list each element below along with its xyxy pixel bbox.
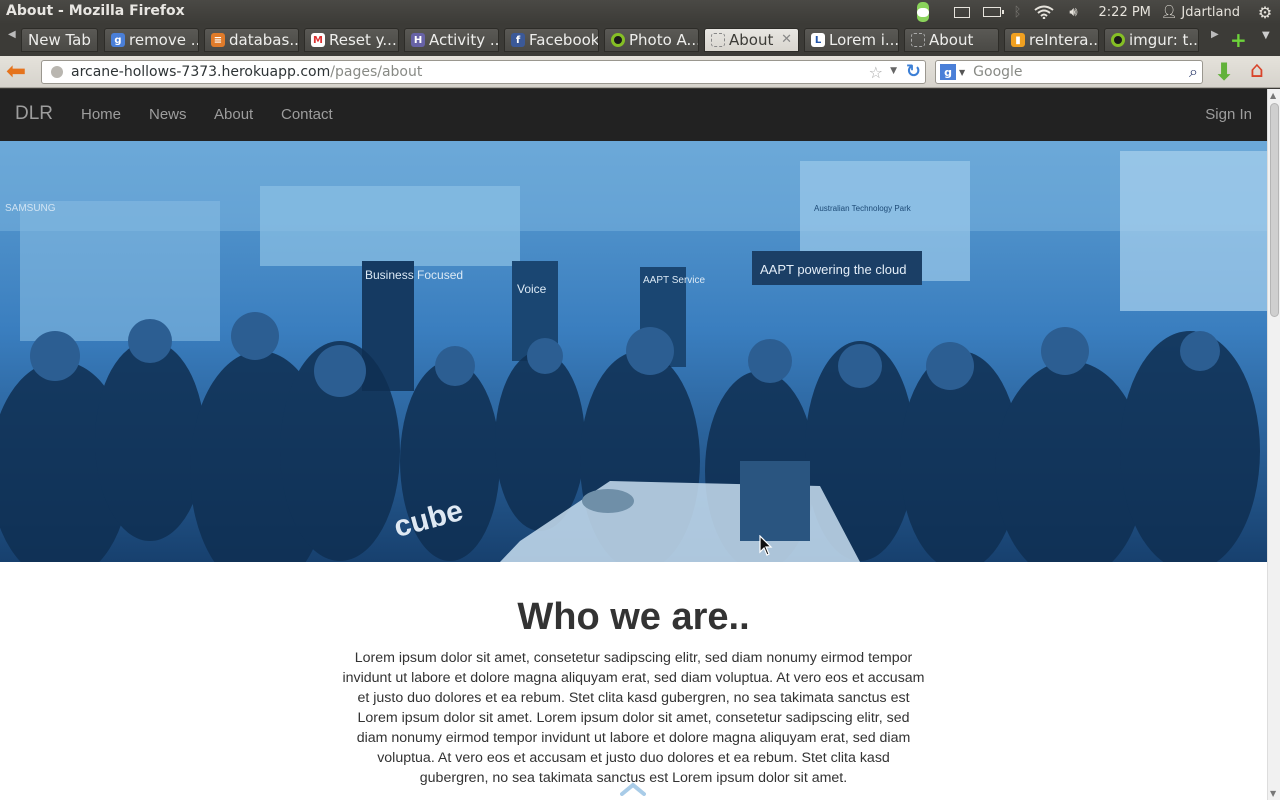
about-section: Who we are.. Lorem ipsum dolor sit amet,… bbox=[0, 562, 1267, 800]
tab-database[interactable]: ≡ databas... bbox=[204, 28, 299, 52]
about-body-text: Lorem ipsum dolor sit amet, consetetur s… bbox=[342, 650, 925, 786]
bookmark-icon: ▮ bbox=[1011, 33, 1025, 47]
imgur-icon bbox=[1111, 33, 1125, 47]
bluetooth-icon[interactable]: ᛒ bbox=[1007, 0, 1029, 24]
tab-new-tab[interactable]: New Tab bbox=[21, 28, 98, 52]
blank-page-icon bbox=[911, 33, 925, 47]
hero-sign-text: Australian Technology Park bbox=[814, 204, 912, 213]
site-identity-icon[interactable] bbox=[51, 66, 63, 78]
tab-label: remove ... bbox=[129, 31, 199, 49]
username: Jdartland bbox=[1181, 4, 1240, 20]
hero-sign-text: Voice bbox=[517, 282, 547, 296]
heroku-icon: H bbox=[411, 33, 425, 47]
os-top-panel: About - Mozilla Firefox ᛒ 🔊︎ 2:22 PM 👤︎ J… bbox=[0, 0, 1280, 24]
sign-in-link[interactable]: Sign In bbox=[1205, 106, 1252, 123]
tab-google-remove[interactable]: g remove ... bbox=[104, 28, 199, 52]
hero-sign-text: SAMSUNG bbox=[5, 203, 56, 214]
tab-label: imgur: t... bbox=[1129, 31, 1199, 49]
nav-contact[interactable]: Contact bbox=[281, 106, 333, 123]
hero-image: Business Focused Voice AAPT Service AAPT… bbox=[0, 141, 1267, 562]
close-tab-icon[interactable]: ✕ bbox=[781, 32, 792, 47]
lorem-icon: L bbox=[811, 33, 825, 47]
battery-icon[interactable] bbox=[977, 0, 1007, 24]
system-tray: ᛒ 🔊︎ 2:22 PM 👤︎ Jdartland ⚙ bbox=[916, 0, 1280, 24]
google-engine-icon[interactable]: g bbox=[940, 64, 956, 80]
new-tab-plus-icon[interactable]: + bbox=[1230, 28, 1247, 52]
mouse-pointer-icon bbox=[759, 535, 773, 556]
hero-sign-text: AAPT Service bbox=[643, 275, 705, 286]
tab-label: Reset y... bbox=[329, 31, 397, 49]
nav-news[interactable]: News bbox=[149, 106, 187, 123]
scroll-up-chevron-icon[interactable] bbox=[620, 782, 646, 796]
back-arrow-icon[interactable]: ⬅ bbox=[6, 59, 30, 84]
search-placeholder: Google bbox=[973, 64, 1023, 80]
google-icon: g bbox=[111, 33, 125, 47]
tab-scroll-left-icon[interactable]: ◀ bbox=[8, 29, 16, 40]
hero-sign-text: AAPT powering the cloud bbox=[760, 262, 906, 277]
volume-icon[interactable]: 🔊︎ bbox=[1059, 0, 1089, 24]
blank-page-icon bbox=[711, 33, 725, 47]
url-path: /pages/about bbox=[330, 64, 423, 80]
tab-label: reIntera... bbox=[1029, 31, 1099, 49]
page-viewport: DLR Home News About Contact Sign In Busi… bbox=[0, 89, 1280, 800]
tab-lorem[interactable]: L Lorem i... bbox=[804, 28, 899, 52]
page-headline: Who we are.. bbox=[517, 596, 750, 638]
tab-reset[interactable]: M Reset y... bbox=[304, 28, 399, 52]
download-arrow-icon[interactable]: ⬇ bbox=[1214, 58, 1234, 86]
tab-reinteract[interactable]: ▮ reIntera... bbox=[1004, 28, 1099, 52]
tab-about-active[interactable]: About ✕ bbox=[704, 28, 799, 52]
chat-icon bbox=[916, 2, 929, 22]
home-icon[interactable]: ⌂ bbox=[1250, 58, 1264, 83]
search-bar[interactable]: g ▼ Google ⌕ bbox=[935, 60, 1203, 84]
imgur-icon bbox=[611, 33, 625, 47]
url-bar[interactable]: arcane-hollows-7373.herokuapp.com/pages/… bbox=[41, 60, 926, 84]
tab-label: New Tab bbox=[28, 31, 91, 49]
messaging-indicator[interactable] bbox=[916, 0, 939, 24]
nav-about[interactable]: About bbox=[214, 106, 253, 123]
user-menu[interactable]: 👤︎ Jdartland bbox=[1161, 0, 1250, 24]
site-navbar: DLR Home News About Contact Sign In bbox=[0, 89, 1267, 141]
site-brand[interactable]: DLR bbox=[15, 103, 53, 125]
tab-label: About bbox=[729, 31, 774, 49]
tab-imgur[interactable]: imgur: t... bbox=[1104, 28, 1199, 52]
search-icon[interactable]: ⌕ bbox=[1189, 62, 1198, 82]
hero-sign-text: Business Focused bbox=[365, 268, 463, 282]
tab-list-chevron-down-icon[interactable]: ▼ bbox=[1262, 30, 1270, 41]
browser-toolbar: ⬅ arcane-hollows-7373.herokuapp.com/page… bbox=[0, 56, 1280, 88]
clock[interactable]: 2:22 PM bbox=[1089, 0, 1161, 24]
gear-icon[interactable]: ⚙ bbox=[1250, 0, 1280, 24]
reload-icon[interactable]: ↻ bbox=[906, 61, 921, 82]
tab-about[interactable]: About bbox=[904, 28, 999, 52]
tab-label: Facebook bbox=[529, 31, 599, 49]
url-host: arcane-hollows-7373.herokuapp.com bbox=[71, 64, 331, 80]
hero-photo-illustration: Business Focused Voice AAPT Service AAPT… bbox=[0, 141, 1267, 562]
scroll-up-arrow-icon[interactable]: ▲ bbox=[1270, 91, 1276, 100]
history-dropdown-chevron-down-icon[interactable]: ▼ bbox=[890, 66, 897, 76]
stack-icon: ≡ bbox=[211, 33, 225, 47]
tab-activity[interactable]: H Activity ... bbox=[404, 28, 499, 52]
user-icon: 👤︎ bbox=[1160, 4, 1178, 20]
gmail-icon: M bbox=[311, 33, 325, 47]
scroll-down-arrow-icon[interactable]: ▼ bbox=[1270, 789, 1276, 798]
tab-label: Activity ... bbox=[429, 31, 499, 49]
nav-home[interactable]: Home bbox=[81, 106, 121, 123]
mail-icon[interactable] bbox=[947, 0, 977, 24]
wifi-icon[interactable] bbox=[1029, 0, 1059, 24]
tab-label: About bbox=[929, 31, 974, 49]
tab-label: databas... bbox=[229, 31, 299, 49]
bookmark-star-icon[interactable]: ☆ bbox=[869, 63, 883, 82]
tab-scroll-right-icon[interactable]: ▶ bbox=[1211, 29, 1219, 40]
window-title: About - Mozilla Firefox bbox=[6, 3, 185, 19]
engine-chevron-down-icon[interactable]: ▼ bbox=[959, 68, 965, 77]
scrollbar-thumb[interactable] bbox=[1270, 103, 1279, 317]
tab-label: Lorem i... bbox=[829, 31, 899, 49]
tab-label: Photo A... bbox=[629, 31, 699, 49]
tab-photo[interactable]: Photo A... bbox=[604, 28, 699, 52]
page-scrollbar[interactable]: ▲ ▼ bbox=[1267, 89, 1280, 800]
facebook-icon: f bbox=[511, 33, 525, 47]
tab-facebook[interactable]: f Facebook bbox=[504, 28, 599, 52]
